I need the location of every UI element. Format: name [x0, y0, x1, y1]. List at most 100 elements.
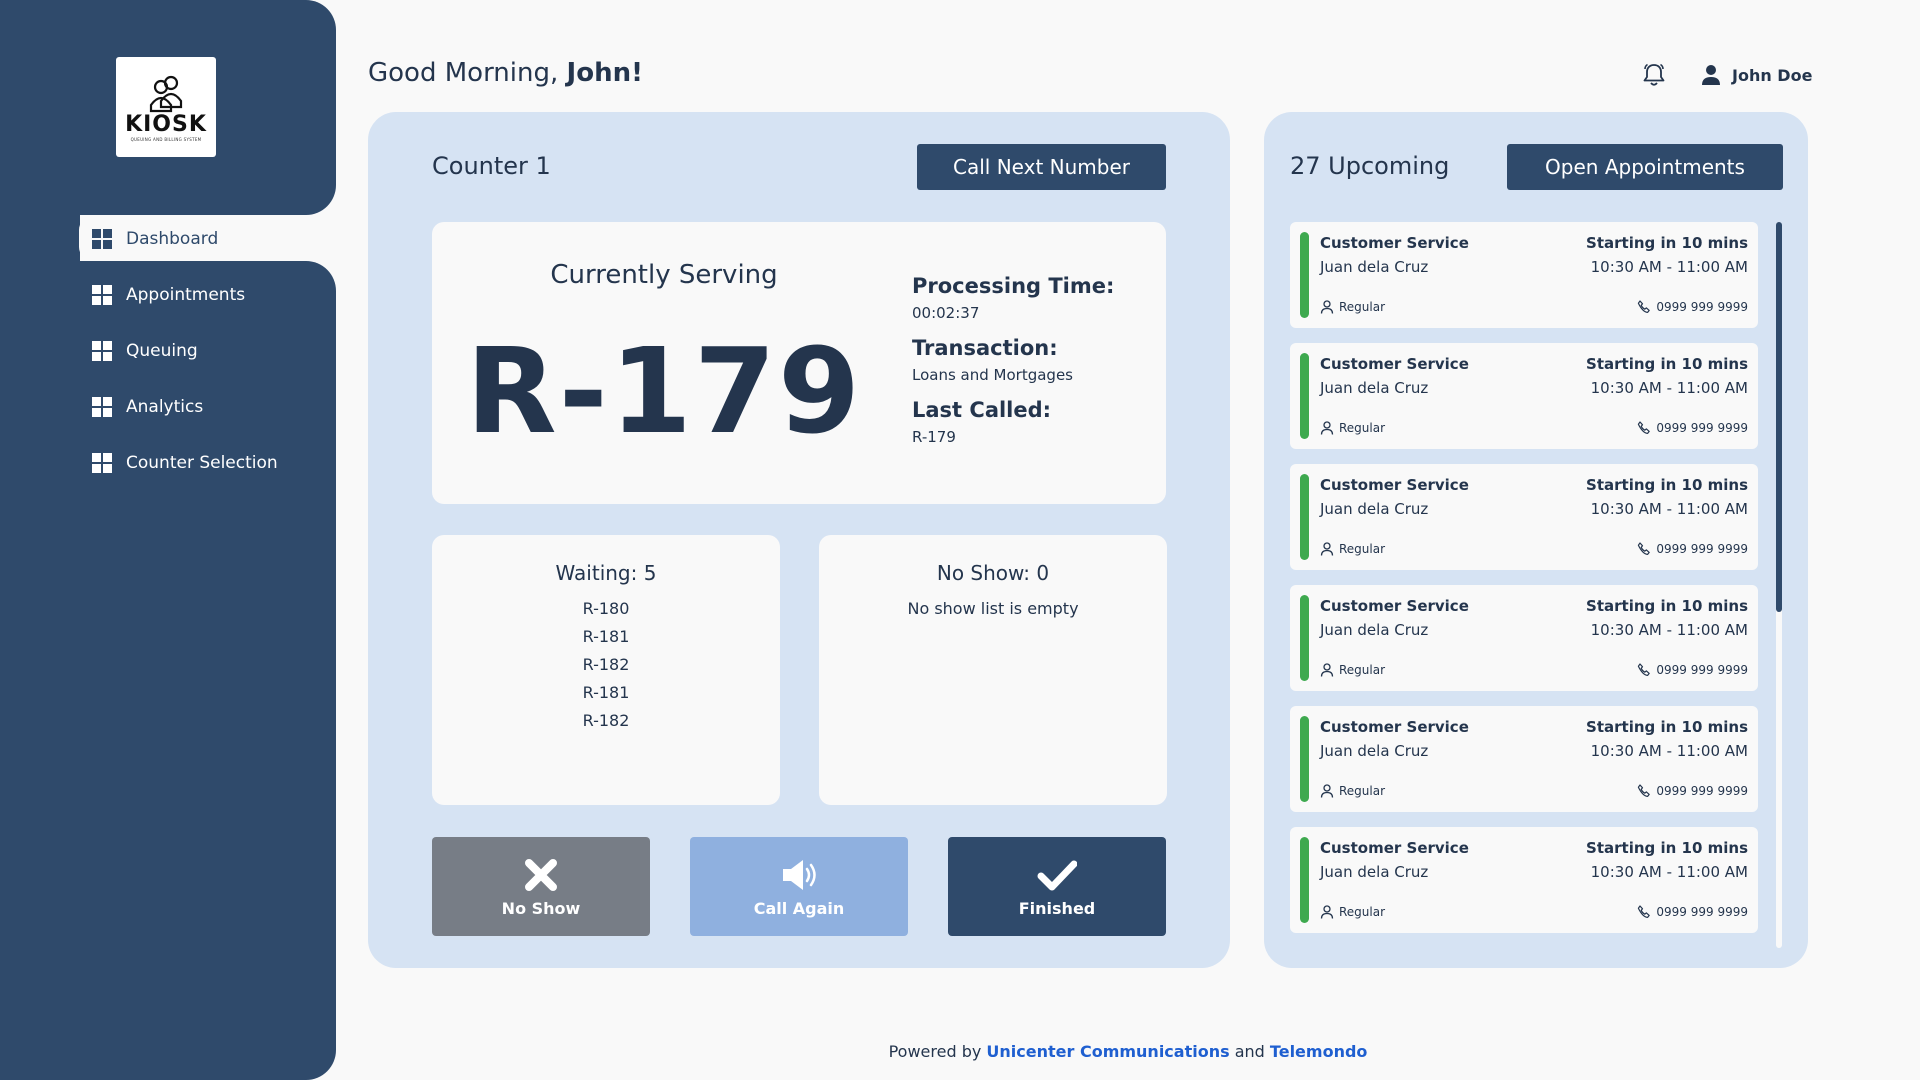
appointment-type: Regular	[1320, 784, 1385, 798]
appointment-type-label: Regular	[1339, 421, 1386, 435]
logo-text: KIOSK	[125, 111, 207, 137]
appointment-start: Starting in 10 mins	[1586, 839, 1748, 857]
checkmark-icon	[1037, 860, 1077, 891]
appointment-name: Juan dela Cruz	[1320, 742, 1429, 760]
no-show-empty-message: No show list is empty	[907, 599, 1079, 618]
appointment-service: Customer Service	[1320, 476, 1469, 494]
transaction: Transaction: Loans and Mortgages	[912, 336, 1073, 384]
nav-label: Dashboard	[126, 228, 219, 249]
appointment-phone-number: 0999 999 9999	[1656, 421, 1748, 435]
person-icon	[1320, 663, 1334, 677]
appointment-phone: 0999 999 9999	[1637, 663, 1748, 677]
waiting-title: Waiting: 5	[555, 561, 657, 585]
processing-time-value: 00:02:37	[912, 304, 980, 322]
counter-title: Counter 1	[432, 152, 551, 180]
no-show-label: No Show	[501, 899, 581, 918]
open-appointments-button[interactable]: Open Appointments	[1507, 144, 1783, 190]
finished-button[interactable]: Finished	[948, 837, 1166, 936]
greeting-text: Good Morning,	[368, 58, 559, 88]
list-item: R-180	[582, 599, 630, 618]
appointment-service: Customer Service	[1320, 839, 1469, 857]
call-next-number-button[interactable]: Call Next Number	[917, 144, 1166, 190]
phone-icon	[1638, 421, 1651, 434]
call-again-button[interactable]: Call Again	[690, 837, 908, 936]
appointment-list: Customer Service Juan dela Cruz Regular …	[1290, 222, 1758, 948]
appointment-type: Regular	[1320, 905, 1385, 919]
appointment-time: 10:30 AM - 11:00 AM	[1590, 742, 1748, 760]
waiting-list: R-180 R-181 R-182 R-181 R-182	[432, 595, 780, 735]
appointment-time: 10:30 AM - 11:00 AM	[1590, 258, 1748, 276]
footer: Powered by Unicenter Communications and …	[0, 1042, 1920, 1061]
phone-icon	[1638, 300, 1651, 313]
phone-icon	[1638, 784, 1651, 797]
appointment-name: Juan dela Cruz	[1320, 258, 1429, 276]
last-called-value: R-179	[912, 428, 956, 446]
nav-label: Appointments	[126, 284, 246, 305]
last-called: Last Called: R-179	[912, 398, 1051, 446]
no-show-title: No Show: 0	[936, 561, 1050, 585]
appointment-start: Starting in 10 mins	[1586, 476, 1748, 494]
status-bar	[1300, 716, 1309, 802]
appointment-time: 10:30 AM - 11:00 AM	[1590, 500, 1748, 518]
currently-serving-card: Currently Serving R-179 Processing Time:…	[432, 222, 1166, 504]
person-icon	[1320, 905, 1334, 919]
appointment-start: Starting in 10 mins	[1586, 234, 1748, 252]
appointment-card[interactable]: Customer Service Juan dela Cruz Regular …	[1290, 827, 1758, 933]
person-icon	[1320, 784, 1334, 798]
appointment-phone: 0999 999 9999	[1637, 905, 1748, 919]
last-called-label: Last Called:	[912, 398, 1052, 422]
nav-item-counter-selection[interactable]: Counter Selection	[79, 440, 336, 485]
appointment-type-label: Regular	[1339, 905, 1386, 919]
dashboard-icon	[92, 284, 112, 305]
processing-time: Processing Time: 00:02:37	[912, 274, 1114, 322]
no-show-button[interactable]: No Show	[432, 837, 650, 936]
appointment-type: Regular	[1320, 421, 1385, 435]
status-bar	[1300, 837, 1309, 923]
appointment-type-label: Regular	[1339, 542, 1386, 556]
nav-item-appointments[interactable]: Appointments	[79, 272, 336, 317]
appointment-card[interactable]: Customer Service Juan dela Cruz Regular …	[1290, 222, 1758, 328]
queue-people-icon	[149, 75, 183, 112]
appointment-card[interactable]: Customer Service Juan dela Cruz Regular …	[1290, 464, 1758, 570]
dashboard-icon	[92, 340, 112, 361]
upcoming-panel: 27 Upcoming Open Appointments Customer S…	[1264, 112, 1808, 968]
close-icon	[525, 859, 557, 891]
list-item: R-182	[582, 711, 630, 730]
appointment-start: Starting in 10 mins	[1586, 355, 1748, 373]
nav-item-queuing[interactable]: Queuing	[79, 328, 336, 373]
appointment-card[interactable]: Customer Service Juan dela Cruz Regular …	[1290, 343, 1758, 449]
footer-link-unicenter[interactable]: Unicenter Communications	[986, 1042, 1229, 1061]
appointment-service: Customer Service	[1320, 597, 1469, 615]
counter-panel: Counter 1 Call Next Number Currently Ser…	[368, 112, 1230, 968]
greeting: Good Morning, John!	[368, 58, 643, 88]
nav-item-dashboard[interactable]: Dashboard	[79, 216, 336, 261]
dashboard-icon	[92, 396, 112, 417]
serving-number: R-179	[465, 322, 863, 460]
kiosk-logo: KIOSK QUEUING AND BILLING SYSTEM	[116, 57, 216, 157]
appointment-type: Regular	[1320, 663, 1385, 677]
speaker-icon	[783, 860, 816, 890]
person-icon	[1320, 421, 1334, 435]
appointment-phone: 0999 999 9999	[1637, 784, 1748, 798]
phone-icon	[1638, 663, 1651, 676]
list-item: R-181	[582, 627, 630, 646]
phone-icon	[1638, 905, 1651, 918]
waiting-card: Waiting: 5 R-180 R-181 R-182 R-181 R-182	[432, 535, 780, 805]
user-menu[interactable]: John Doe	[1700, 64, 1812, 86]
appointment-phone-number: 0999 999 9999	[1656, 542, 1748, 556]
dashboard-icon	[92, 452, 112, 473]
list-item: R-181	[582, 683, 630, 702]
appointment-card[interactable]: Customer Service Juan dela Cruz Regular …	[1290, 706, 1758, 812]
footer-link-telemondo[interactable]: Telemondo	[1270, 1042, 1367, 1061]
no-show-card: No Show: 0 No show list is empty	[819, 535, 1167, 805]
user-name: John Doe	[1732, 65, 1813, 85]
appointment-service: Customer Service	[1320, 718, 1469, 736]
transaction-value: Loans and Mortgages	[912, 366, 1073, 384]
appointment-name: Juan dela Cruz	[1320, 863, 1429, 881]
status-bar	[1300, 232, 1309, 318]
status-bar	[1300, 595, 1309, 681]
notification-bell-icon[interactable]	[1643, 63, 1665, 87]
nav-item-analytics[interactable]: Analytics	[79, 384, 336, 429]
scrollbar-thumb[interactable]	[1776, 222, 1782, 612]
appointment-card[interactable]: Customer Service Juan dela Cruz Regular …	[1290, 585, 1758, 691]
